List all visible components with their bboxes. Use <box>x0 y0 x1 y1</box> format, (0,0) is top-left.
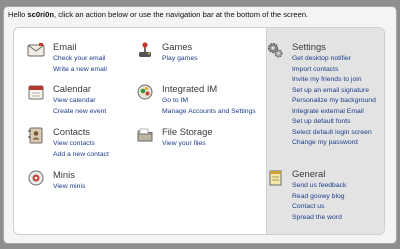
go-to-im-link[interactable]: Go to IM <box>162 96 256 107</box>
desktop-notifier-link[interactable]: Get desktop notifier <box>292 54 376 65</box>
personalize-background-link[interactable]: Personalize my background <box>292 96 376 107</box>
calendar-icon[interactable] <box>27 83 45 101</box>
folder-icon[interactable] <box>136 126 154 144</box>
view-calendar-link[interactable]: View calendar <box>53 96 106 107</box>
settings-title: Settings <box>292 41 326 52</box>
default-fonts-link[interactable]: Set up default fonts <box>292 117 376 128</box>
notepad-icon[interactable] <box>266 168 284 186</box>
create-event-link[interactable]: Create new event <box>53 107 106 118</box>
add-contact-link[interactable]: Add a new contact <box>53 150 109 161</box>
send-feedback-link[interactable]: Send us feedback <box>292 181 346 192</box>
view-contacts-link[interactable]: View contacts <box>53 139 109 150</box>
write-email-link[interactable]: Write a new email <box>53 65 107 76</box>
file-storage-title: File Storage <box>162 126 213 137</box>
joystick-icon[interactable] <box>136 41 154 59</box>
email-signature-link[interactable]: Set up an email signature <box>292 86 376 97</box>
read-blog-link[interactable]: Read goowy blog <box>292 192 346 203</box>
view-minis-link[interactable]: View minis <box>53 182 85 193</box>
contact-us-link[interactable]: Contact us <box>292 202 346 213</box>
gears-icon[interactable] <box>266 41 284 59</box>
spread-word-link[interactable]: Spread the word <box>292 213 346 224</box>
external-email-link[interactable]: Integrate external Email <box>292 107 376 118</box>
import-contacts-link[interactable]: Import contacts <box>292 65 376 76</box>
games-title: Games <box>162 41 193 52</box>
manage-accounts-link[interactable]: Manage Accounts and Settings <box>162 107 256 118</box>
check-email-link[interactable]: Check your email <box>53 54 107 65</box>
greeting-prefix: Hello <box>8 10 28 19</box>
im-globe-icon[interactable] <box>136 83 154 101</box>
email-title: Email <box>53 41 77 52</box>
login-screen-link[interactable]: Select default login screen <box>292 128 376 139</box>
address-book-icon[interactable] <box>27 126 45 144</box>
greeting-bar: Hello sc0ri0n, click an action below or … <box>4 7 392 23</box>
invite-friends-link[interactable]: Invite my friends to join <box>292 75 376 86</box>
minis-icon[interactable] <box>27 169 45 187</box>
minis-title: Minis <box>53 169 75 180</box>
calendar-title: Calendar <box>53 83 92 94</box>
general-title: General <box>292 168 326 179</box>
view-files-link[interactable]: View your files <box>162 139 206 150</box>
greeting-message: , click an action below or use the navig… <box>54 10 309 19</box>
envelope-icon[interactable] <box>27 41 45 59</box>
play-games-link[interactable]: Play games <box>162 54 198 65</box>
integrated-im-title: Integrated IM <box>162 83 218 94</box>
contacts-title: Contacts <box>53 126 90 137</box>
username: sc0ri0n <box>27 10 55 19</box>
change-password-link[interactable]: Change my password <box>292 138 376 149</box>
action-panel: Email Check your email Write a new email… <box>13 27 385 235</box>
